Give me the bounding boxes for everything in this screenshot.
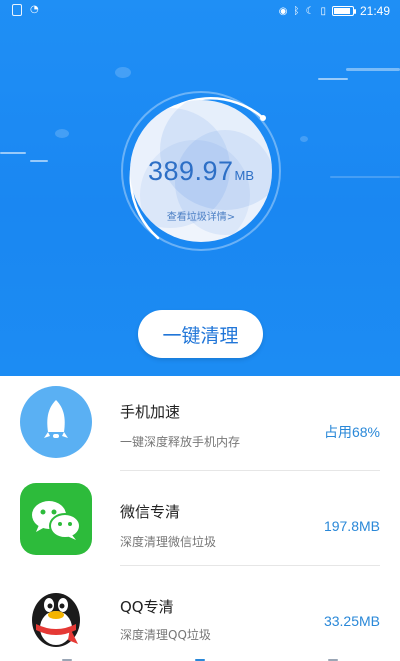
status-time: 21:49 — [359, 4, 390, 18]
status-bar: ◔ ◉ ᛒ ☾ ▯ 21:49 — [0, 0, 400, 22]
list-item-wechat-clean[interactable]: 微信专清 深度清理微信垃圾 197.8MB — [0, 471, 400, 566]
item-title: QQ专清 — [120, 598, 174, 616]
decor-streak — [346, 68, 400, 71]
storage-number: 389.97 — [147, 156, 234, 186]
eye-icon: ◉ — [278, 5, 288, 17]
item-subtitle: 深度清理微信垃圾 — [120, 535, 217, 549]
list-item-qq-clean[interactable]: QQ专清 深度清理QQ垃圾 33.25MB — [0, 566, 400, 661]
decor-bubble — [300, 136, 308, 142]
moon-icon: ☾ — [305, 5, 315, 17]
decor-streak — [0, 152, 26, 154]
item-metric: 197.8MB — [323, 518, 380, 534]
item-title: 微信专清 — [120, 503, 181, 521]
feature-list: 手机加速 一键深度释放手机内存 占用68% 微信专清 深度清理微信垃圾 197.… — [0, 376, 400, 661]
decor-streak — [318, 78, 348, 80]
decor-streak — [330, 176, 400, 178]
storage-ring: 389.97MB 查看垃圾详情> — [118, 88, 284, 254]
ring-center: 389.97MB 查看垃圾详情> — [130, 100, 272, 242]
decor-streak — [30, 160, 48, 162]
item-subtitle: 一键深度释放手机内存 — [120, 435, 241, 449]
bottom-nav-peek — [0, 655, 400, 661]
storage-unit: MB — [234, 168, 255, 183]
one-click-clean-button[interactable]: 一键清理 — [138, 310, 263, 358]
storage-value: 389.97MB — [130, 156, 272, 187]
decor-bubble — [55, 129, 69, 138]
wifi-icon: ◔ — [30, 4, 39, 15]
item-subtitle: 深度清理QQ垃圾 — [120, 628, 211, 642]
wechat-icon — [20, 483, 92, 555]
item-metric: 占用68% — [323, 424, 380, 440]
hero-panel: ◔ ◉ ᛒ ☾ ▯ 21:49 389.97MB 查看垃圾详情> 一键清理 — [0, 0, 400, 376]
decor-bubble — [115, 67, 131, 78]
battery-icon — [331, 6, 356, 16]
item-title: 手机加速 — [120, 403, 181, 421]
item-metric: 33.25MB — [323, 613, 380, 629]
sim-icon — [12, 4, 22, 16]
vibrate-icon: ▯ — [320, 5, 326, 17]
qq-penguin-icon — [32, 593, 80, 647]
rocket-icon — [20, 386, 92, 458]
cleaner-screen: ◔ ◉ ᛒ ☾ ▯ 21:49 389.97MB 查看垃圾详情> 一键清理 手机… — [0, 0, 400, 661]
bluetooth-icon: ᛒ — [293, 5, 300, 17]
list-item-phone-boost[interactable]: 手机加速 一键深度释放手机内存 占用68% — [0, 376, 400, 471]
junk-detail-link[interactable]: 查看垃圾详情> — [130, 208, 272, 223]
